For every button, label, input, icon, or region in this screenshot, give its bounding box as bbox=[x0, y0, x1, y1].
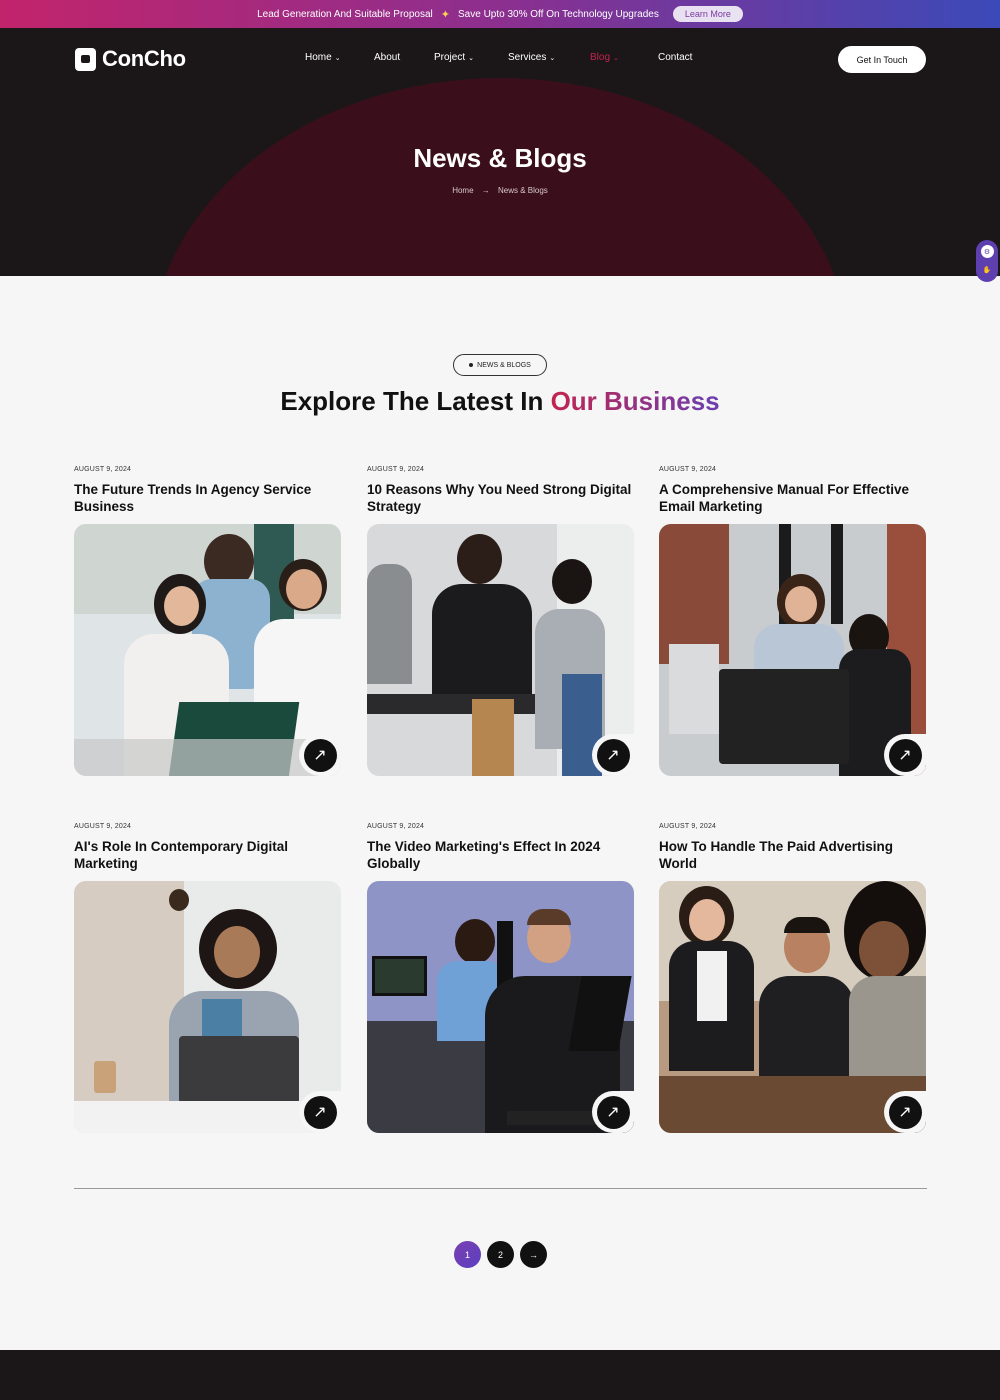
office-scene bbox=[659, 881, 926, 1133]
office-scene bbox=[659, 524, 926, 776]
logo-icon bbox=[75, 47, 96, 71]
breadcrumb: Home → News & Blogs bbox=[0, 186, 1000, 195]
nav-item-label: About bbox=[374, 52, 401, 63]
post-title[interactable]: 10 Reasons Why You Need Strong Digital S… bbox=[367, 481, 634, 515]
section-title: Explore The Latest In Our Business bbox=[0, 386, 1000, 417]
post-image[interactable]: ↗ bbox=[74, 524, 341, 776]
nav-item-label: Contact bbox=[658, 52, 693, 63]
read-more-button[interactable]: ↗ bbox=[592, 1091, 634, 1133]
arrow-up-right-icon: ↗ bbox=[596, 1095, 630, 1129]
nav-menu: Home ⌄ About Project ⌄ Services ⌄ Blog ⌄… bbox=[305, 52, 718, 63]
post-date: AUGUST 9, 2024 bbox=[74, 823, 132, 830]
blog-card: AUGUST 9, 2024 A Comprehensive Manual Fo… bbox=[659, 466, 926, 776]
chevron-down-icon: ⌄ bbox=[549, 54, 556, 62]
blog-card: AUGUST 9, 2024 10 Reasons Why You Need S… bbox=[367, 466, 634, 776]
office-scene bbox=[74, 524, 341, 776]
settings-icon[interactable]: ⚙ bbox=[980, 245, 994, 259]
section-tag: NEWS & BLOGS bbox=[453, 354, 547, 376]
blog-card: AUGUST 9, 2024 AI's Role In Contemporary… bbox=[74, 823, 341, 1133]
arrow-up-right-icon: ↗ bbox=[888, 1095, 922, 1129]
pagination: 1 2 → bbox=[454, 1241, 547, 1268]
site-footer bbox=[0, 1350, 1000, 1400]
bullet-icon bbox=[469, 363, 474, 367]
post-image[interactable]: ↗ bbox=[659, 524, 926, 776]
section-title-plain: Explore The Latest In bbox=[280, 386, 544, 416]
blog-card: AUGUST 9, 2024 The Future Trends In Agen… bbox=[74, 466, 341, 776]
main-nav: ConCho Home ⌄ About Project ⌄ Services ⌄… bbox=[0, 28, 1000, 90]
brand-logo[interactable]: ConCho bbox=[75, 46, 186, 72]
next-page-button[interactable]: → bbox=[520, 1241, 547, 1268]
promo-text-right: Save Upto 30% Off On Technology Upgrades bbox=[458, 8, 659, 20]
post-title[interactable]: The Video Marketing's Effect In 2024 Glo… bbox=[367, 838, 634, 872]
post-date: AUGUST 9, 2024 bbox=[659, 823, 717, 830]
help-icon[interactable]: ✋ bbox=[981, 264, 994, 277]
post-title[interactable]: The Future Trends In Agency Service Busi… bbox=[74, 481, 341, 515]
arrow-right-icon: → bbox=[529, 1249, 538, 1260]
promo-button[interactable]: Learn More bbox=[672, 6, 743, 22]
hero-glow bbox=[150, 78, 850, 276]
read-more-button[interactable]: ↗ bbox=[299, 734, 341, 776]
divider bbox=[74, 1188, 927, 1189]
post-date: AUGUST 9, 2024 bbox=[659, 466, 717, 473]
nav-item-project[interactable]: Project ⌄ bbox=[434, 52, 508, 63]
post-title[interactable]: AI's Role In Contemporary Digital Market… bbox=[74, 838, 341, 872]
arrow-up-right-icon: ↗ bbox=[888, 738, 922, 772]
post-image[interactable]: ↗ bbox=[74, 881, 341, 1133]
post-date: AUGUST 9, 2024 bbox=[367, 823, 425, 830]
office-scene bbox=[367, 881, 634, 1133]
nav-item-home[interactable]: Home ⌄ bbox=[305, 52, 374, 63]
post-title[interactable]: A Comprehensive Manual For Effective Ema… bbox=[659, 481, 926, 515]
chevron-down-icon: ⌄ bbox=[334, 54, 341, 62]
chevron-down-icon: ⌄ bbox=[613, 54, 619, 62]
post-image[interactable]: ↗ bbox=[367, 881, 634, 1133]
post-image[interactable]: ↗ bbox=[659, 881, 926, 1133]
breadcrumb-home[interactable]: Home bbox=[452, 186, 473, 195]
arrow-up-right-icon: ↗ bbox=[303, 738, 337, 772]
sparkle-icon: ✦ bbox=[440, 8, 450, 21]
read-more-button[interactable]: ↗ bbox=[592, 734, 634, 776]
nav-item-label: Blog bbox=[590, 52, 611, 63]
blog-card: AUGUST 9, 2024 How To Handle The Paid Ad… bbox=[659, 823, 926, 1133]
read-more-button[interactable]: ↗ bbox=[299, 1091, 341, 1133]
blog-card: AUGUST 9, 2024 The Video Marketing's Eff… bbox=[367, 823, 634, 1133]
post-image[interactable]: ↗ bbox=[367, 524, 634, 776]
office-scene bbox=[74, 881, 341, 1133]
arrow-up-right-icon: ↗ bbox=[303, 1095, 337, 1129]
nav-item-services[interactable]: Services ⌄ bbox=[508, 52, 590, 63]
post-date: AUGUST 9, 2024 bbox=[367, 466, 425, 473]
read-more-button[interactable]: ↗ bbox=[884, 1091, 926, 1133]
read-more-button[interactable]: ↗ bbox=[884, 734, 926, 776]
breadcrumb-current: News & Blogs bbox=[498, 186, 548, 195]
nav-item-contact[interactable]: Contact bbox=[658, 52, 718, 63]
section-title-accent: Our Business bbox=[550, 386, 720, 416]
section-tag-label: NEWS & BLOGS bbox=[477, 361, 531, 369]
nav-item-label: Project bbox=[434, 52, 466, 63]
post-title[interactable]: How To Handle The Paid Advertising World bbox=[659, 838, 926, 872]
brand-name: ConCho bbox=[102, 46, 186, 71]
page-1-button[interactable]: 1 bbox=[454, 1241, 481, 1268]
office-scene bbox=[367, 524, 634, 776]
post-date: AUGUST 9, 2024 bbox=[74, 466, 132, 473]
side-widget[interactable]: ⚙ ✋ bbox=[976, 240, 998, 282]
page-2-button[interactable]: 2 bbox=[487, 1241, 514, 1268]
promo-bar: Lead Generation And Suitable Proposal ✦ … bbox=[0, 0, 1000, 28]
promo-text-left: Lead Generation And Suitable Proposal bbox=[257, 8, 433, 20]
nav-item-label: Services bbox=[508, 52, 547, 63]
nav-item-blog[interactable]: Blog ⌄ bbox=[590, 52, 658, 63]
chevron-down-icon: ⌄ bbox=[468, 54, 474, 62]
page-title: News & Blogs bbox=[413, 143, 587, 173]
breadcrumb-separator: → bbox=[481, 186, 490, 195]
get-in-touch-button[interactable]: Get In Touch bbox=[838, 46, 926, 73]
page-hero: ConCho Home ⌄ About Project ⌄ Services ⌄… bbox=[0, 28, 1000, 276]
nav-item-about[interactable]: About bbox=[374, 52, 434, 63]
arrow-up-right-icon: ↗ bbox=[596, 738, 630, 772]
nav-item-label: Home bbox=[305, 52, 332, 63]
